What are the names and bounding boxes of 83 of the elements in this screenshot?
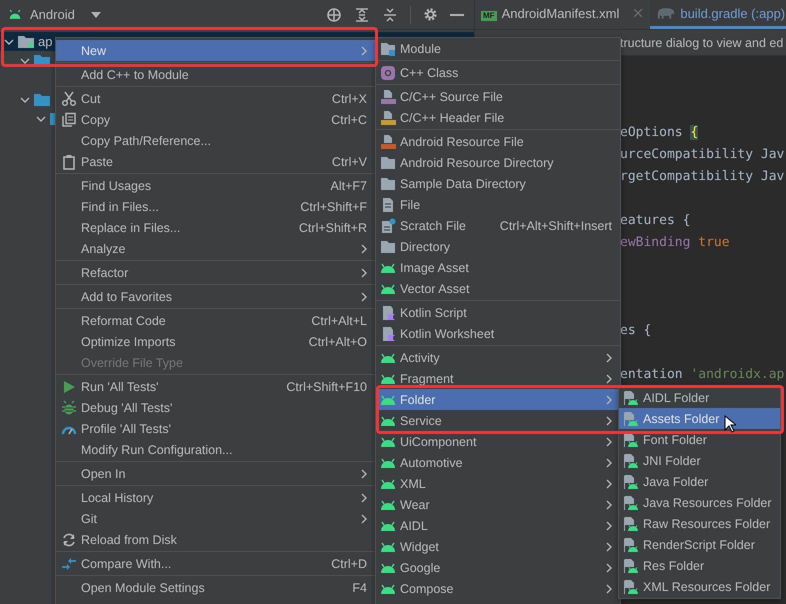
menu-item[interactable]: XML Resources Folder xyxy=(619,576,780,597)
shortcut-label: Ctrl+Alt+L xyxy=(311,314,367,328)
menu-item[interactable]: C/C++ Header File xyxy=(376,107,620,128)
menu-item[interactable]: Scratch File Ctrl+Alt+Shift+Insert xyxy=(376,215,620,236)
menu-item[interactable]: C/C++ Source File xyxy=(376,86,620,107)
menu-item[interactable]: Module xyxy=(376,38,620,59)
menu-item[interactable]: XML xyxy=(376,473,620,494)
menu-item[interactable]: Run 'All Tests' Ctrl+Shift+F10 xyxy=(56,376,375,397)
menu-item[interactable]: Android Resource File xyxy=(376,131,620,152)
menu-item[interactable]: Google xyxy=(376,557,620,578)
menu-item[interactable]: Automotive xyxy=(376,452,620,473)
menu-item[interactable]: Debug 'All Tests' xyxy=(56,397,375,418)
view-selector[interactable]: Android xyxy=(30,7,75,22)
menu-item[interactable]: New xyxy=(56,40,375,61)
menu-item[interactable]: Refactor xyxy=(56,262,375,283)
shortcut-label: Ctrl+X xyxy=(332,92,367,106)
menu-item[interactable]: Local History xyxy=(56,487,375,508)
menu-item[interactable]: Compare With... Ctrl+D xyxy=(56,553,375,574)
menu-item[interactable]: RenderScript Folder xyxy=(619,534,780,555)
menu-item[interactable]: AIDL xyxy=(376,515,620,536)
shortcut-label: Ctrl+D xyxy=(331,556,367,570)
menu-item[interactable]: Font Folder xyxy=(619,429,780,450)
menu-item[interactable]: Find in Files... Ctrl+Shift+F xyxy=(56,196,375,217)
shortcut-label: Ctrl+Shift+F10 xyxy=(286,380,367,394)
menu-item[interactable]: Profile 'All Tests' xyxy=(56,418,375,439)
menu-item[interactable]: Open Module Settings F4 xyxy=(56,577,375,598)
shortcut-label: Ctrl+Shift+R xyxy=(298,220,367,234)
shortcut-label: Ctrl+C xyxy=(331,112,367,126)
menu-item[interactable]: JNI Folder xyxy=(619,450,780,471)
menu-item[interactable]: Kotlin Script xyxy=(376,302,620,323)
menu-item[interactable]: Java Resources Folder xyxy=(619,492,780,513)
code-line: eatures { xyxy=(620,213,690,228)
menu-item[interactable]: Copy Ctrl+C xyxy=(56,109,375,130)
menu-item[interactable]: Raw Resources Folder xyxy=(619,513,780,534)
menu-item[interactable]: Res Folder xyxy=(619,555,780,576)
menu-item[interactable]: Paste Ctrl+V xyxy=(56,151,375,172)
menu-item[interactable]: Sample Data Directory xyxy=(376,173,620,194)
menu-item[interactable]: Android Resource Directory xyxy=(376,152,620,173)
shortcut-label: Alt+F7 xyxy=(330,178,367,192)
menu-item[interactable]: Java Folder xyxy=(619,471,780,492)
code-line: eOptions { xyxy=(620,125,698,140)
menu-item[interactable]: Kotlin Worksheet xyxy=(376,323,620,344)
shortcut-label: Ctrl+V xyxy=(332,154,367,168)
menu-item[interactable]: Assets Folder xyxy=(619,408,780,429)
menu-item[interactable]: Image Asset xyxy=(376,257,620,278)
menu-item[interactable]: File xyxy=(376,194,620,215)
notification-text: tructure dialog to view and ed xyxy=(620,36,784,50)
menu-item[interactable]: Activity xyxy=(376,347,620,368)
menu-item[interactable]: Folder xyxy=(376,389,620,410)
menu-item[interactable]: Add to Favorites xyxy=(56,286,375,307)
menu-item[interactable]: Vector Asset xyxy=(376,278,620,299)
code-line: entation 'androidx.ap xyxy=(620,367,784,382)
menu-item[interactable]: UiComponent xyxy=(376,431,620,452)
menu-item[interactable]: Directory xyxy=(376,236,620,257)
menu-item[interactable]: Optimize Imports Ctrl+Alt+O xyxy=(56,331,375,352)
menu-item[interactable]: Open In xyxy=(56,463,375,484)
menu-item[interactable]: C++ Class xyxy=(376,62,620,83)
code-line: urceCompatibility Jav xyxy=(620,147,784,162)
menu-item[interactable]: Git xyxy=(56,508,375,529)
menu-item[interactable]: Add C++ to Module xyxy=(56,64,375,85)
menu-item[interactable]: Copy Path/Reference... xyxy=(56,130,375,151)
menu-item[interactable]: Reformat Code Ctrl+Alt+L xyxy=(56,310,375,331)
menu-item[interactable]: Wear xyxy=(376,494,620,515)
editor-tab[interactable]: build.gradle (:app) xyxy=(650,0,786,29)
shortcut-label: Ctrl+Alt+O xyxy=(308,334,367,348)
code-line: rgetCompatibility Jav xyxy=(620,169,784,184)
menu-item[interactable]: Modify Run Configuration... xyxy=(56,439,375,460)
menu-item[interactable]: Cut Ctrl+X xyxy=(56,88,375,109)
menu-item[interactable]: Replace in Files... Ctrl+Shift+R xyxy=(56,217,375,238)
menu-item[interactable]: Analyze xyxy=(56,238,375,259)
code-line: ewBinding true xyxy=(620,235,730,250)
shortcut-label: F4 xyxy=(352,580,367,594)
code-line: es { xyxy=(620,323,652,338)
manifest-file-icon: MF xyxy=(481,10,497,20)
menu-item[interactable]: Widget xyxy=(376,536,620,557)
shortcut-label: Ctrl+Alt+Shift+Insert xyxy=(500,218,612,232)
menu-item[interactable]: Compose xyxy=(376,578,620,599)
menu-item[interactable]: AIDL Folder xyxy=(619,387,780,408)
menu-item[interactable]: Reload from Disk xyxy=(56,529,375,550)
shortcut-label: Ctrl+Shift+F xyxy=(300,200,367,214)
menu-item[interactable]: Fragment xyxy=(376,368,620,389)
editor-tab[interactable]: MF AndroidManifest.xml xyxy=(475,0,650,29)
menu-item[interactable]: Find Usages Alt+F7 xyxy=(56,175,375,196)
